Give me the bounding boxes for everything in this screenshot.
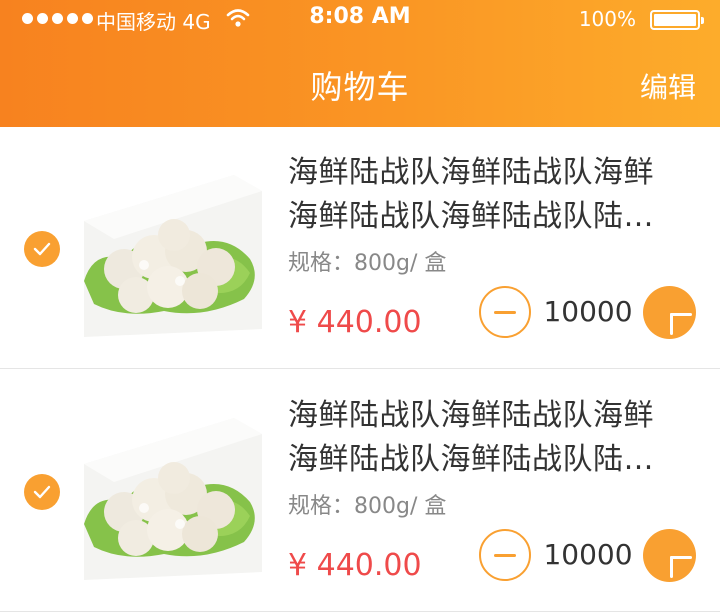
- increase-quantity-button[interactable]: [643, 529, 696, 582]
- quantity-value[interactable]: 10000: [536, 538, 640, 571]
- decrease-quantity-button[interactable]: [479, 529, 531, 581]
- decrease-quantity-button[interactable]: [479, 286, 531, 338]
- checkmark-icon: [33, 242, 51, 256]
- product-title-line: 海鲜陆战队海鲜陆战队陆…: [288, 442, 654, 477]
- minus-icon: [494, 553, 516, 557]
- product-title[interactable]: 海鲜陆战队海鲜陆战队海鲜 海鲜陆战队海鲜陆战队陆…: [288, 394, 698, 482]
- product-title-line: 海鲜陆战队海鲜陆战队海鲜: [288, 155, 654, 190]
- edit-button[interactable]: 编辑: [640, 66, 696, 106]
- minus-icon: [494, 310, 516, 314]
- cart-item: 海鲜陆战队海鲜陆战队海鲜 海鲜陆战队海鲜陆战队陆… 规格：800g/ 盒 ¥ 4…: [0, 127, 720, 369]
- product-image[interactable]: [84, 169, 262, 339]
- product-image[interactable]: [84, 412, 262, 582]
- battery-percentage: 100%: [578, 7, 636, 31]
- product-spec: 规格：800g/ 盒: [288, 251, 447, 276]
- app-header: 中国移动 4G 8:08 AM 100% 购物车 编辑: [0, 0, 720, 127]
- product-price: ¥ 440.00: [288, 548, 422, 583]
- item-checkbox[interactable]: [24, 474, 60, 510]
- page-title: 购物车: [310, 68, 410, 106]
- status-bar: 中国移动 4G 8:08 AM 100%: [0, 0, 720, 38]
- item-checkbox[interactable]: [24, 231, 60, 267]
- battery-icon: [650, 10, 704, 30]
- cart-item: 海鲜陆战队海鲜陆战队海鲜 海鲜陆战队海鲜陆战队陆… 规格：800g/ 盒 ¥ 4…: [0, 370, 720, 612]
- product-spec: 规格：800g/ 盒: [288, 494, 447, 519]
- increase-quantity-button[interactable]: [643, 286, 696, 339]
- product-price: ¥ 440.00: [288, 305, 422, 340]
- product-title-line: 海鲜陆战队海鲜陆战队陆…: [288, 199, 654, 234]
- product-title-line: 海鲜陆战队海鲜陆战队海鲜: [288, 398, 654, 433]
- checkmark-icon: [33, 485, 51, 499]
- product-title[interactable]: 海鲜陆战队海鲜陆战队海鲜 海鲜陆战队海鲜陆战队陆…: [288, 151, 698, 239]
- quantity-value[interactable]: 10000: [536, 295, 640, 328]
